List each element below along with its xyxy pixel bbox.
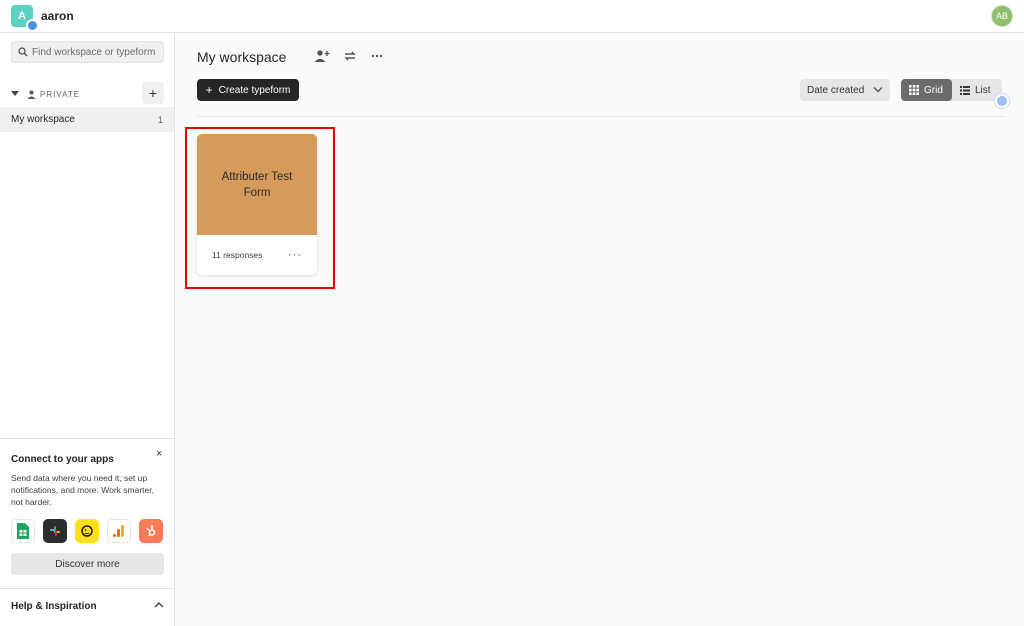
view-list-button[interactable]: List (952, 79, 999, 101)
card-more-options-icon[interactable]: ··· (288, 249, 302, 261)
google-analytics-icon[interactable] (107, 519, 131, 543)
account-badge-icon (26, 19, 39, 32)
typeform-title: Attributer Test Form (221, 170, 293, 199)
workspace-count: 1 (157, 114, 163, 125)
view-grid-button[interactable]: Grid (901, 79, 952, 101)
google-sheets-icon[interactable] (11, 519, 35, 543)
more-options-icon[interactable] (371, 54, 383, 58)
sort-label: Date created (807, 84, 865, 96)
typeform-card-cover[interactable]: Attributer Test Form (197, 134, 317, 235)
connect-apps-description: Send data where you need it, set up noti… (11, 473, 154, 507)
user-avatar[interactable]: AB (991, 5, 1013, 27)
cursor-indicator-icon (995, 94, 1009, 108)
create-typeform-label: Create typeform (218, 84, 291, 96)
view-list-label: List (975, 84, 991, 96)
sidebar-item-my-workspace[interactable]: My workspace 1 (0, 107, 174, 132)
view-toggle: Grid List (901, 79, 1002, 101)
account-name[interactable]: aaron (41, 9, 74, 23)
help-inspiration-section[interactable]: Help & Inspiration (0, 588, 174, 626)
search-box[interactable] (11, 41, 164, 63)
caret-down-icon[interactable] (11, 91, 19, 97)
sidebar: PRIVATE + My workspace 1 Connect to your… (0, 33, 175, 626)
add-member-icon[interactable] (314, 49, 330, 63)
private-section-header[interactable]: PRIVATE + (11, 82, 164, 104)
mailchimp-icon[interactable] (75, 519, 99, 543)
response-count[interactable]: 11 responses (212, 250, 262, 260)
private-section-label: PRIVATE (40, 89, 81, 99)
chevron-up-icon[interactable] (154, 601, 164, 609)
typeform-card-footer: 11 responses ··· (197, 235, 317, 275)
hubspot-icon[interactable] (139, 519, 163, 543)
create-typeform-button[interactable]: + Create typeform (197, 79, 299, 101)
connect-apps-title: Connect to your apps (11, 454, 114, 465)
typeform-card[interactable]: Attributer Test Form 11 responses ··· (197, 134, 317, 275)
workspace-name: My workspace (11, 114, 75, 125)
top-bar: A aaron AB (0, 0, 1024, 33)
view-grid-label: Grid (924, 84, 943, 96)
slack-icon[interactable] (43, 519, 67, 543)
app-icons (11, 519, 163, 543)
account-initial: A (18, 10, 26, 22)
search-input[interactable] (32, 46, 162, 58)
plus-icon: + (205, 83, 213, 97)
sync-icon[interactable] (343, 49, 357, 63)
person-icon (27, 90, 36, 99)
chevron-down-icon (873, 87, 883, 93)
close-icon[interactable]: × (156, 448, 162, 460)
sort-select[interactable]: Date created (800, 79, 890, 101)
search-icon (18, 47, 28, 57)
page-title: My workspace (197, 49, 287, 65)
add-workspace-button[interactable]: + (142, 82, 164, 104)
content-divider (197, 116, 1005, 117)
connect-apps-panel: Connect to your apps × Send data where y… (0, 438, 174, 583)
help-inspiration-label: Help & Inspiration (11, 601, 97, 612)
discover-more-button[interactable]: Discover more (11, 553, 164, 575)
grid-icon (909, 85, 919, 95)
list-icon (960, 85, 970, 95)
